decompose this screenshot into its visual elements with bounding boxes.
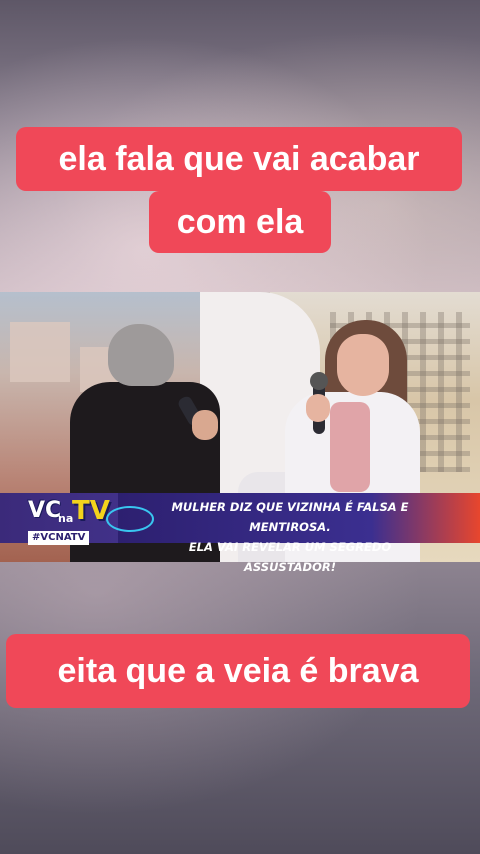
hashtag-label: #VCNATV [28, 531, 90, 545]
guest-face [337, 334, 389, 396]
caption-top-line2: com ela [149, 191, 331, 253]
building [10, 322, 70, 382]
microphone-head [310, 372, 328, 390]
vcnatv-logo: VC na TV [28, 496, 154, 532]
headline-line1: MULHER DIZ QUE VIZINHA É FALSA E MENTIRO… [171, 500, 409, 534]
guest-hand [306, 394, 330, 422]
logo-na-text: na [58, 512, 74, 525]
logo-tv-text: TV [72, 496, 110, 526]
headline-line2: ELA VAI REVELAR UM SEGREDO ASSUSTADOR! [188, 540, 392, 574]
blurred-background-bottom [0, 562, 480, 854]
logo-ring-icon [106, 506, 154, 532]
guest-top [330, 402, 370, 492]
logo-vc-text: VC [28, 498, 62, 523]
banner-headline: MULHER DIZ QUE VIZINHA É FALSA E MENTIRO… [150, 497, 430, 577]
caption-bottom: eita que a veia é brava [6, 634, 470, 708]
host-head [108, 324, 174, 386]
host-hand [192, 410, 218, 440]
caption-top-line1: ela fala que vai acabar [16, 127, 462, 191]
